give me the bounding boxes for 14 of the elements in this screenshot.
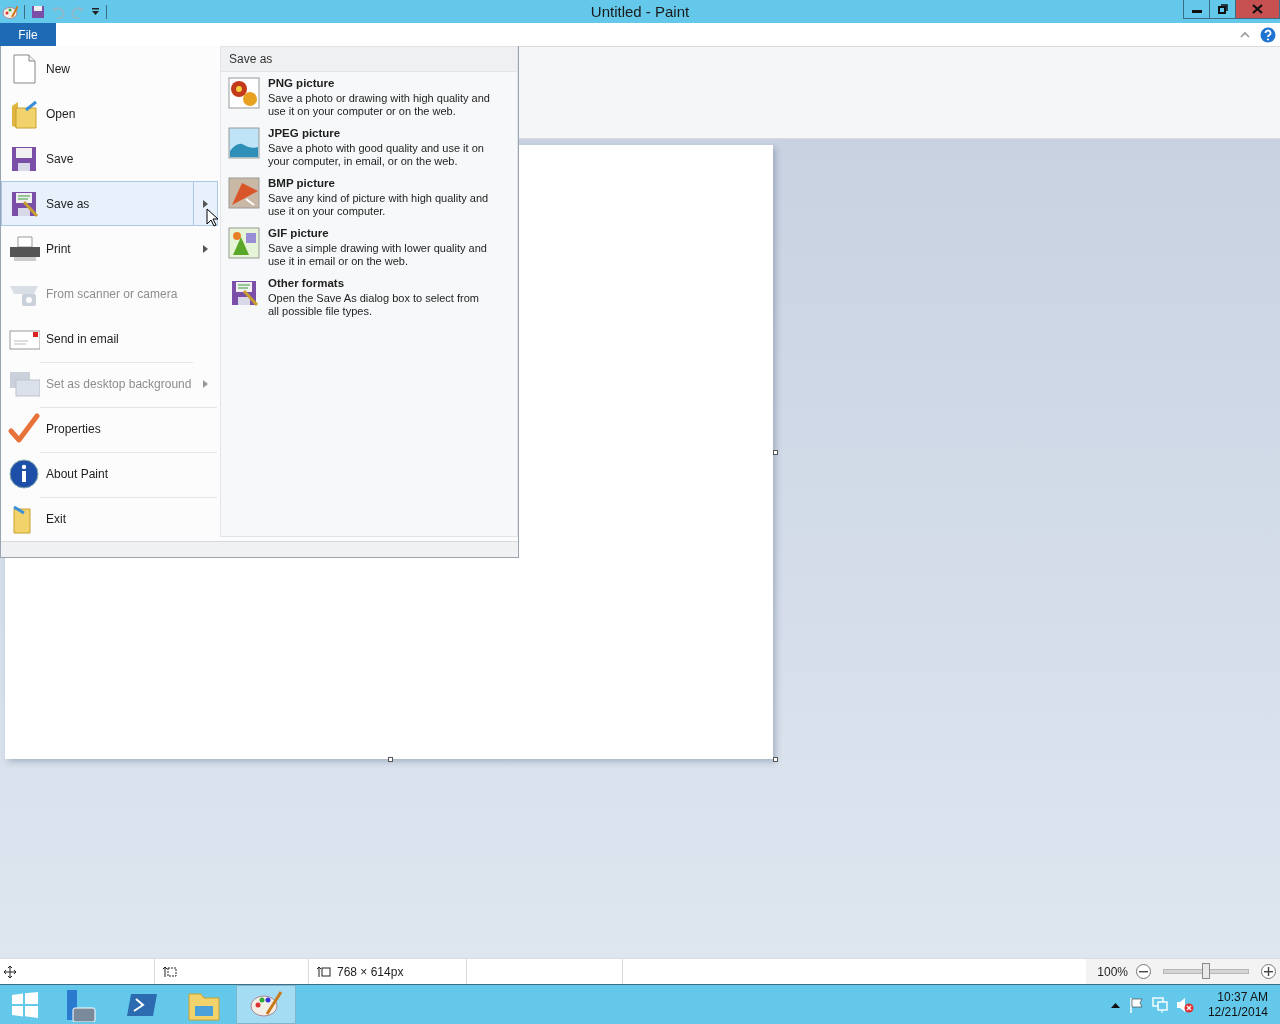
option-description: Open the Save As dialog box to select from all possible file types. xyxy=(268,292,480,318)
option-description: Save any kind of picture with high quality and use it on your computer. xyxy=(268,192,490,218)
option-description: Save a simple drawing with lower quality and use it in email or on the web. xyxy=(268,242,488,268)
option-description: Save a photo or drawing with high quality and use it on your computer or on the web. xyxy=(268,92,491,118)
option-title: JPEG picture xyxy=(268,127,342,139)
option-title: BMP picture xyxy=(268,177,336,189)
option-title: PNG picture xyxy=(268,77,336,89)
window-title: Untitled - Paint xyxy=(590,3,690,20)
image-size-text: 768 × 614px xyxy=(337,964,404,979)
option-title: Other formats xyxy=(268,277,346,289)
option-title: GIF picture xyxy=(268,227,330,239)
zoom-level-text: 100% xyxy=(1096,964,1128,979)
option-description: Save a photo with good quality and use it on your computer, in email, or on the web. xyxy=(268,142,485,168)
panel-heading: Save as xyxy=(221,47,517,72)
